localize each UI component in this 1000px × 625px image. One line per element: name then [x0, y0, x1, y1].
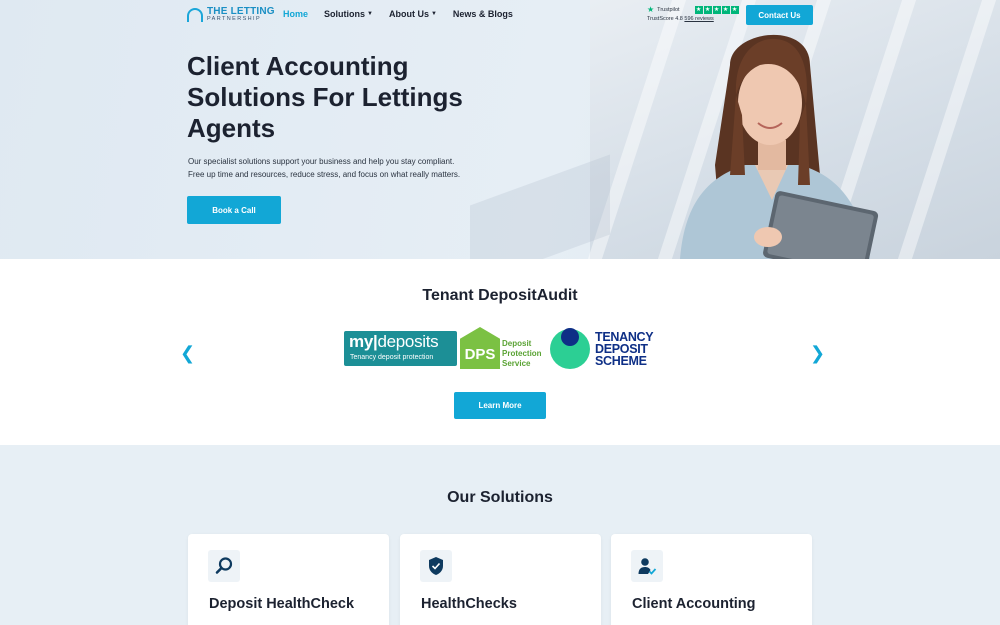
- nav-news-blogs[interactable]: News & Blogs: [453, 9, 513, 19]
- mydeposits-logo-deposits: deposits: [377, 332, 439, 351]
- dps-logo-mark: DPS: [460, 327, 500, 369]
- mydeposits-tagline: Tenancy deposit protection: [350, 354, 434, 361]
- mydeposits-logo-my: my: [349, 332, 373, 351]
- dps-line-1: Deposit: [502, 339, 532, 348]
- nav-home[interactable]: Home: [283, 9, 308, 19]
- chevron-down-icon: ▼: [367, 11, 373, 17]
- carousel-prev-chevron-left-icon[interactable]: ❮: [180, 343, 195, 364]
- user-check-icon: [631, 550, 663, 582]
- book-a-call-button[interactable]: Book a Call: [187, 196, 281, 224]
- hero-title: Client Accounting Solutions For Lettings…: [187, 51, 463, 143]
- tds-logo-text: TENANCY DEPOSIT SCHEME: [595, 331, 654, 368]
- mydeposits-logo: my|deposits Tenancy deposit protection: [344, 331, 457, 366]
- nav-solutions[interactable]: Solutions ▼: [324, 9, 373, 19]
- trustpilot-rating-stars: ★ ★ ★ ★ ★: [694, 5, 739, 14]
- tds-logo-dot: [561, 328, 579, 346]
- main-menu: Home Solutions ▼ About Us ▼ News & Blogs: [283, 9, 513, 19]
- dps-line-2: Protection: [502, 349, 542, 358]
- shield-check-icon: [420, 550, 452, 582]
- nav-about-us[interactable]: About Us ▼: [389, 9, 437, 19]
- trustpilot-score: TrustScore 4.8 596 reviews: [647, 16, 739, 22]
- magnifier-icon: [208, 550, 240, 582]
- dps-logo-text: Deposit Protection Service: [502, 339, 542, 369]
- solution-card-title: HealthChecks: [421, 596, 517, 612]
- trustpilot-widget[interactable]: ★ Trustpilot ★ ★ ★ ★ ★ TrustScore 4.8 59…: [647, 5, 739, 22]
- contact-us-button[interactable]: Contact Us: [746, 5, 813, 25]
- hero-subtitle-line-2: Free up time and resources, reduce stres…: [188, 170, 461, 179]
- solution-card-healthchecks[interactable]: HealthChecks: [400, 534, 601, 625]
- dps-line-3: Service: [502, 359, 531, 368]
- star-icon: ★: [694, 5, 703, 14]
- nav-news-blogs-label: News & Blogs: [452, 9, 513, 19]
- chevron-down-icon: ▼: [430, 11, 437, 17]
- tds-line-3: SCHEME: [595, 354, 647, 368]
- deposit-audit-section: Tenant DepositAudit ❮ ❯ my|deposits Tena…: [0, 259, 1000, 445]
- star-icon: ★: [712, 5, 721, 14]
- star-icon: ★: [721, 5, 730, 14]
- learn-more-button[interactable]: Learn More: [454, 392, 546, 419]
- deposit-audit-title: Tenant DepositAudit: [422, 287, 578, 304]
- trustscore-label: TrustScore 4.8: [647, 16, 683, 22]
- solution-card-title: Deposit HealthCheck: [209, 596, 355, 612]
- site-logo[interactable]: THE LETTING PARTNERSHIP: [187, 7, 275, 23]
- solution-card-client-accounting[interactable]: Client Accounting: [611, 534, 812, 625]
- hero-person-image: [680, 34, 879, 259]
- solutions-title: Our Solutions: [447, 489, 553, 506]
- carousel-next-chevron-right-icon[interactable]: ❯: [810, 343, 825, 364]
- solution-card-title: Client Accounting: [632, 596, 756, 612]
- star-icon: ★: [730, 5, 739, 14]
- hero-subtitle: Our specialist solutions support your bu…: [188, 155, 488, 181]
- nav-solutions-label: Solutions: [324, 9, 366, 19]
- our-solutions-section: Our Solutions Deposit HealthCheck Health…: [0, 445, 1000, 625]
- nav-about-us-label: About Us: [388, 9, 429, 19]
- hero-section: THE LETTING PARTNERSHIP Home Solutions ▼ …: [0, 0, 1000, 259]
- hero-subtitle-line-1: Our specialist solutions support your bu…: [188, 157, 455, 166]
- trustpilot-reviews-link[interactable]: 596 reviews: [684, 16, 713, 22]
- trustpilot-star-icon: ★: [647, 5, 655, 14]
- nav-home-label: Home: [283, 9, 309, 19]
- house-arch-icon: [187, 7, 203, 22]
- logo-text-secondary: PARTNERSHIP: [207, 16, 262, 22]
- star-icon: ★: [703, 5, 712, 14]
- trustpilot-name: Trustpilot: [657, 6, 680, 13]
- hero-background-shape: [470, 154, 610, 259]
- solution-card-deposit-healthcheck[interactable]: Deposit HealthCheck: [188, 534, 389, 625]
